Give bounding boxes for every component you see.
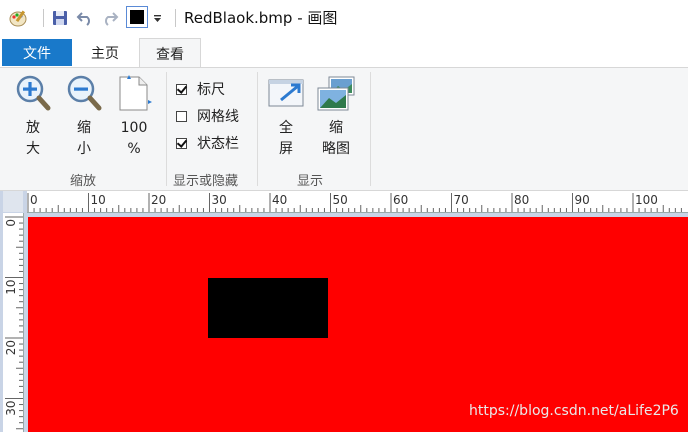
ruler-tick-label: 0 <box>4 219 18 227</box>
actual-size-button[interactable]: 100 % <box>115 74 153 160</box>
watermark-text: https://blog.csdn.net/aLife2P6 <box>469 403 679 419</box>
separator <box>43 9 44 27</box>
ruler-tick-label: 10 <box>4 280 18 295</box>
tab-file[interactable]: 文件 <box>2 39 72 66</box>
statusbar-label: 状态栏 <box>197 136 239 152</box>
ruler-tick-label: 30 <box>4 401 18 416</box>
window-title: RedBlaok.bmp - 画图 <box>184 9 338 27</box>
zoom-out-label: 缩 小 <box>77 120 91 157</box>
thumbnail-label: 缩 略图 <box>322 120 350 157</box>
drawing-canvas[interactable] <box>28 217 688 432</box>
checkbox-checked[interactable] <box>176 137 187 149</box>
actual-size-label: 100 % <box>120 120 148 157</box>
group-separator <box>166 72 167 186</box>
horizontal-ruler-graphic: 0 10 20 30 40 50 60 70 80 90 100 <box>27 193 682 212</box>
tab-home[interactable]: 主页 <box>76 39 134 66</box>
ruler-tick-label: 20 <box>151 193 166 207</box>
paint-palette-icon[interactable] <box>8 7 28 29</box>
thumbnail-button[interactable]: 缩 略图 <box>316 74 356 160</box>
statusbar-checkbox[interactable]: 状态栏 <box>176 133 239 153</box>
ruler-tick-label: 10 <box>91 193 106 207</box>
fullscreen-button[interactable]: 全 屏 <box>266 74 306 160</box>
fullscreen-label: 全 屏 <box>279 120 293 157</box>
title-bar: RedBlaok.bmp - 画图 <box>0 0 688 36</box>
ruler-tick-label: 60 <box>393 193 408 207</box>
ruler-tick-label: 90 <box>575 193 590 207</box>
page-icon <box>119 75 152 111</box>
ruler-corner <box>3 191 23 212</box>
thumbnail-icon <box>317 76 355 111</box>
vertical-ruler: 0 10 20 30 <box>3 213 24 432</box>
ribbon-tabs: 文件 主页 查看 <box>0 36 688 68</box>
group-separator <box>257 72 258 186</box>
zoom-group-label: 缩放 <box>70 174 97 189</box>
ruler-tick-label: 80 <box>514 193 529 207</box>
ribbon-panel: 放 大 缩 小 100 % 缩放 标尺 网格线 状态栏 显示或隐藏 全 屏 缩 … <box>0 67 688 191</box>
zoom-out-button[interactable]: 缩 小 <box>65 74 103 160</box>
checkbox-checked[interactable] <box>176 83 187 95</box>
ruler-label: 标尺 <box>197 82 225 98</box>
show-hide-group-label: 显示或隐藏 <box>173 174 239 189</box>
save-icon[interactable] <box>50 7 70 29</box>
ruler-tick-label: 20 <box>4 340 18 355</box>
vertical-ruler-graphic: 0 10 20 30 <box>4 216 23 430</box>
zoom-in-button[interactable]: 放 大 <box>14 74 52 160</box>
ruler-tick-label: 50 <box>333 193 348 207</box>
group-separator <box>370 72 371 186</box>
redo-icon[interactable] <box>100 7 120 29</box>
ruler-tick-label: 70 <box>454 193 469 207</box>
separator <box>175 9 176 27</box>
horizontal-ruler: 0 10 20 30 40 50 60 70 80 90 100 <box>27 191 688 213</box>
fullscreen-icon <box>268 79 304 107</box>
dropdown-arrow-icon[interactable] <box>150 7 164 29</box>
undo-icon[interactable] <box>75 7 95 29</box>
ruler-tick-label: 40 <box>272 193 287 207</box>
ruler-checkbox[interactable]: 标尺 <box>176 79 225 99</box>
display-group-label: 显示 <box>297 174 324 189</box>
zoom-in-icon <box>16 75 51 111</box>
ruler-tick-label: 30 <box>212 193 227 207</box>
ruler-tick-label: 100 <box>635 193 658 207</box>
zoom-in-label: 放 大 <box>26 120 40 157</box>
checkbox-unchecked[interactable] <box>176 110 187 122</box>
color-swatch <box>130 10 144 24</box>
current-color-button[interactable] <box>126 6 148 28</box>
zoom-out-icon <box>67 75 102 111</box>
ruler-tick-label: 0 <box>30 193 38 207</box>
black-rectangle <box>208 278 328 338</box>
gridlines-checkbox[interactable]: 网格线 <box>176 106 239 126</box>
tab-view[interactable]: 查看 <box>139 38 201 68</box>
gridlines-label: 网格线 <box>197 109 239 125</box>
